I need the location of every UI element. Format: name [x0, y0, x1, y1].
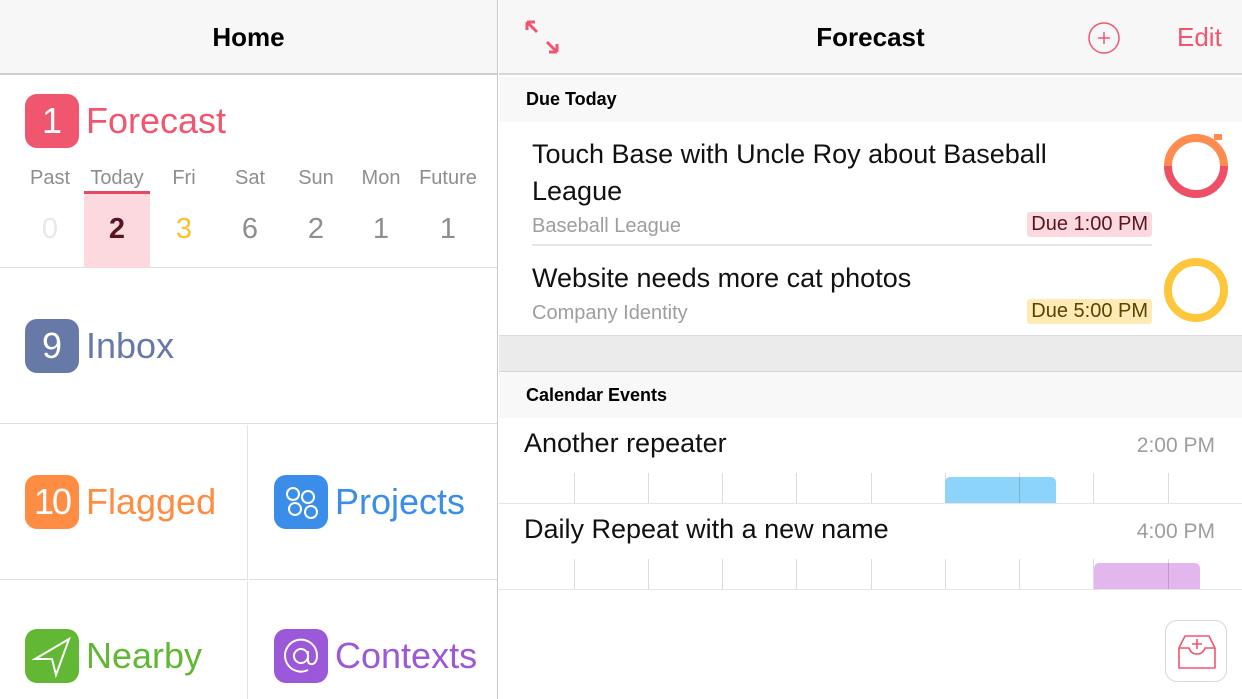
- inbox-tile[interactable]: 9 Inbox: [0, 269, 497, 424]
- home-navbar: Home: [0, 0, 497, 75]
- day-name: Fri: [172, 167, 196, 189]
- day-count: 2: [108, 213, 126, 245]
- task-row[interactable]: Website needs more cat photos Company Id…: [499, 246, 1242, 335]
- timeline-tick: [574, 473, 575, 503]
- quick-entry-button[interactable]: [1165, 620, 1227, 682]
- timeline-tick: [648, 473, 649, 503]
- timeline-tick: [1168, 473, 1169, 503]
- day-fri[interactable]: Fri 3: [151, 165, 217, 268]
- home-sidebar: Home 1 Forecast Past 0 Today 2 Fri 3 Sat…: [0, 0, 498, 699]
- flagged-label: Flagged: [86, 481, 217, 522]
- day-today[interactable]: Today 2: [84, 165, 150, 268]
- due-badge: Due 5:00 PM: [1027, 299, 1152, 324]
- timeline-tick: [796, 559, 797, 589]
- event-title: Another repeater: [524, 428, 727, 458]
- task-title: Website needs more cat photos: [532, 263, 912, 293]
- expand-button[interactable]: [523, 18, 561, 56]
- edit-button[interactable]: Edit: [1177, 0, 1222, 75]
- day-sat[interactable]: Sat 6: [217, 165, 283, 268]
- projects-circles-icon: [274, 475, 328, 529]
- forecast-view-title: Forecast: [816, 22, 925, 52]
- flagged-tile[interactable]: 10 Flagged: [0, 425, 248, 580]
- day-mon[interactable]: Mon 1: [348, 165, 414, 268]
- day-count: 2: [307, 213, 325, 245]
- timeline-tick: [1019, 559, 1020, 589]
- timeline-tick: [722, 559, 723, 589]
- nearby-label: Nearby: [86, 635, 203, 676]
- day-future[interactable]: Future 1: [414, 165, 482, 268]
- forecast-tile[interactable]: 1 Forecast Past 0 Today 2 Fri 3 Sat 6 Su…: [0, 77, 497, 268]
- event-duration-bar: [1094, 563, 1200, 589]
- section-gap: [499, 335, 1242, 371]
- task-row[interactable]: Touch Base with Uncle Roy about Baseball…: [499, 122, 1242, 246]
- inbox-badge: 9: [25, 319, 79, 373]
- home-title: Home: [212, 22, 285, 52]
- contexts-tile[interactable]: Contexts: [249, 581, 497, 699]
- bar-divider: [1168, 563, 1169, 589]
- nearby-tile[interactable]: Nearby: [0, 581, 248, 699]
- day-count: 1: [439, 213, 457, 245]
- forecast-view: Forecast Edit Due Today Touch Base with …: [499, 0, 1242, 699]
- calendar-events-header: Calendar Events: [499, 371, 1242, 418]
- plus-circle-icon: [1088, 22, 1120, 54]
- day-name: Future: [419, 167, 477, 189]
- timeline-tick: [871, 473, 872, 503]
- bar-divider: [1019, 477, 1020, 503]
- at-sign-icon: [274, 629, 328, 683]
- timeline-tick: [871, 559, 872, 589]
- forecast-label: Forecast: [86, 100, 227, 141]
- day-name: Mon: [361, 167, 401, 189]
- add-action-button[interactable]: [1087, 21, 1121, 55]
- event-title: Daily Repeat with a new name: [524, 514, 889, 544]
- timeline-tick: [648, 559, 649, 589]
- projects-tile[interactable]: Projects: [249, 425, 497, 580]
- event-timeline: [499, 557, 1242, 589]
- timeline-tick: [796, 473, 797, 503]
- timeline-tick: [722, 473, 723, 503]
- projects-label: Projects: [335, 481, 466, 522]
- day-count: 1: [372, 213, 390, 245]
- task-title: Touch Base with Uncle Roy about Baseball…: [532, 139, 1047, 206]
- day-name: Past: [29, 167, 71, 189]
- timeline-tick: [574, 559, 575, 589]
- day-name: Sat: [234, 167, 266, 189]
- due-soon-ring-icon[interactable]: [1164, 258, 1228, 322]
- due-badge: Due 1:00 PM: [1027, 212, 1152, 237]
- inbox-label: Inbox: [86, 325, 175, 366]
- event-duration-bar: [945, 477, 1056, 503]
- day-past[interactable]: Past 0: [17, 165, 83, 268]
- timeline-tick: [1093, 473, 1094, 503]
- flagged-badge: 10: [25, 475, 79, 529]
- flagged-overdue-ring-icon[interactable]: [1164, 134, 1228, 198]
- due-today-header: Due Today: [499, 77, 1242, 122]
- contexts-label: Contexts: [335, 635, 478, 676]
- day-count: 6: [241, 213, 259, 245]
- day-name: Sun: [298, 167, 334, 189]
- calendar-event-row[interactable]: Another repeater 2:00 PM: [499, 418, 1242, 504]
- inbox-add-icon: [1178, 635, 1216, 669]
- task-project: Baseball League: [532, 215, 682, 237]
- event-time: 4:00 PM: [1136, 520, 1215, 543]
- day-count: 0: [41, 213, 59, 245]
- forecast-day-strip: Past 0 Today 2 Fri 3 Sat 6 Sun 2 Mon 1 F…: [17, 165, 482, 268]
- event-timeline: [499, 471, 1242, 503]
- task-project: Company Identity: [532, 302, 688, 324]
- timeline-tick: [945, 559, 946, 589]
- forecast-badge: 1: [25, 94, 79, 148]
- day-sun[interactable]: Sun 2: [283, 165, 349, 268]
- expand-arrows-icon: [525, 20, 559, 54]
- day-name: Today: [90, 167, 144, 189]
- location-arrow-icon: [25, 629, 79, 683]
- day-count: 3: [175, 213, 193, 245]
- event-time: 2:00 PM: [1136, 434, 1215, 457]
- forecast-navbar: Forecast Edit: [499, 0, 1242, 75]
- calendar-event-row[interactable]: Daily Repeat with a new name 4:00 PM: [499, 504, 1242, 590]
